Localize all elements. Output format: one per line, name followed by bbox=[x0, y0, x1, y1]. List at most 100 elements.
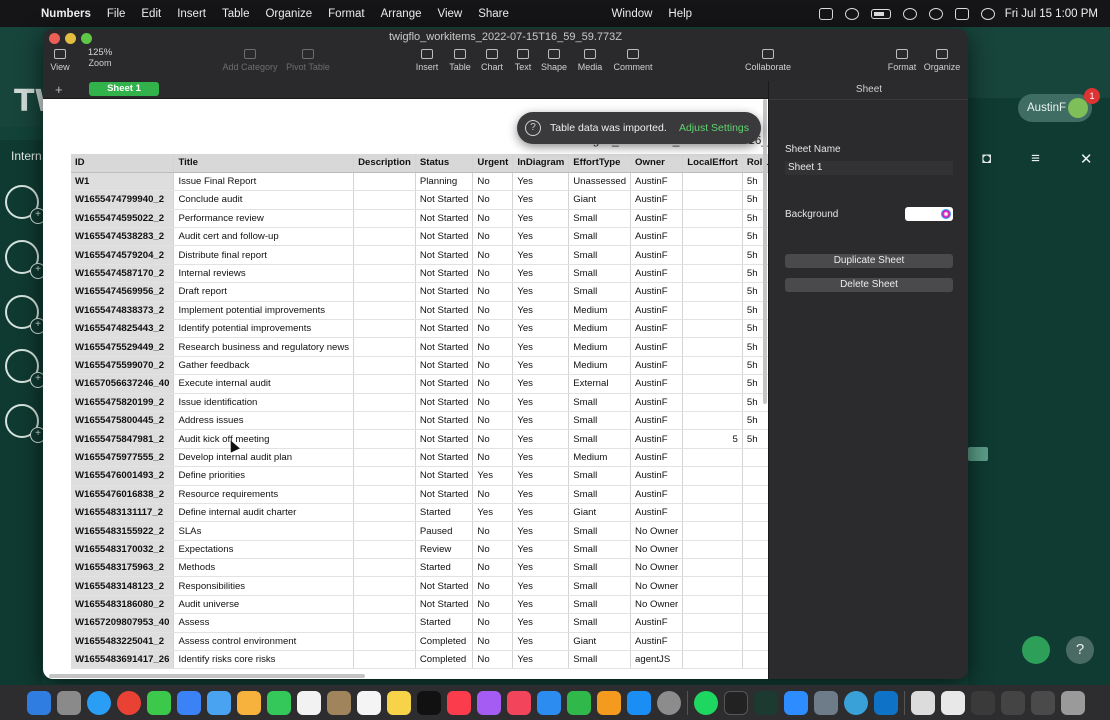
menu-format[interactable]: Format bbox=[328, 8, 364, 20]
proxyman-icon[interactable] bbox=[844, 690, 868, 715]
adjust-settings-button[interactable]: Adjust Settings bbox=[679, 122, 749, 134]
table-cell[interactable]: No bbox=[472, 172, 514, 192]
table-cell[interactable] bbox=[682, 595, 743, 615]
search-icon[interactable] bbox=[928, 7, 943, 20]
table-cell[interactable]: Not Started bbox=[415, 190, 474, 210]
launchpad-icon[interactable] bbox=[57, 690, 81, 715]
table-cell[interactable] bbox=[353, 485, 416, 504]
table-cell[interactable]: Not Started bbox=[415, 337, 474, 357]
table-row[interactable]: W1655483170032_2 Expectations Review No Yes S… bbox=[71, 540, 768, 560]
table-cell[interactable]: W1655474838373_2 bbox=[71, 301, 175, 321]
menu-arrange[interactable]: Arrange bbox=[381, 8, 422, 20]
table-cell[interactable] bbox=[682, 558, 743, 578]
table-row[interactable]: W1655475529449_2 Research business and re… bbox=[71, 337, 768, 357]
table-cell[interactable] bbox=[682, 485, 743, 504]
table-row[interactable]: W1655483186080_2 Audit universe Not Starte… bbox=[71, 595, 768, 615]
table-cell[interactable]: No bbox=[472, 190, 514, 210]
table-cell[interactable]: Not Started bbox=[415, 595, 474, 615]
table-cell[interactable]: Small bbox=[568, 209, 632, 229]
table-cell[interactable]: Yes bbox=[512, 374, 570, 394]
table-cell[interactable]: Not Started bbox=[415, 209, 474, 229]
table-row[interactable]: W1655474838373_2 Implement potential impr… bbox=[71, 301, 768, 321]
table-cell[interactable]: Not Started bbox=[415, 264, 474, 284]
contacts-icon[interactable] bbox=[327, 690, 351, 715]
table-cell[interactable] bbox=[353, 632, 416, 652]
table-cell[interactable]: Medium bbox=[568, 448, 632, 468]
table-cell[interactable] bbox=[353, 650, 416, 670]
table-row[interactable]: W1655475977555_2 Develop internal audit p… bbox=[71, 448, 768, 468]
table-cell[interactable]: Identify risks core risks bbox=[173, 650, 355, 670]
zoom-button[interactable]: 125% Zoom bbox=[76, 47, 124, 68]
column-header[interactable]: Owner bbox=[630, 154, 684, 173]
table-cell[interactable] bbox=[682, 503, 743, 523]
table-cell[interactable]: Yes bbox=[512, 576, 570, 596]
table-cell[interactable]: Giant bbox=[568, 503, 632, 523]
table-cell[interactable] bbox=[742, 613, 768, 633]
table-cell[interactable] bbox=[353, 595, 416, 615]
table-cell[interactable] bbox=[353, 209, 416, 229]
table-cell[interactable] bbox=[682, 264, 743, 284]
table-cell[interactable]: Giant bbox=[568, 632, 632, 652]
table-cell[interactable] bbox=[353, 521, 416, 541]
table-row[interactable]: W1655474579204_2 Distribute final report N… bbox=[71, 245, 768, 265]
table-cell[interactable]: Started bbox=[415, 613, 474, 633]
table-cell[interactable] bbox=[682, 632, 743, 652]
table-cell[interactable] bbox=[682, 393, 743, 412]
activity-monitor-icon[interactable] bbox=[754, 690, 778, 715]
table-cell[interactable]: Yes bbox=[512, 595, 570, 615]
table-cell[interactable]: AustinF bbox=[630, 613, 684, 633]
news-icon[interactable] bbox=[507, 690, 531, 715]
table-cell[interactable]: No bbox=[472, 540, 514, 560]
table-cell[interactable] bbox=[742, 485, 768, 504]
table-cell[interactable]: Issue Final Report bbox=[173, 172, 355, 192]
table-cell[interactable]: W1 bbox=[71, 172, 175, 192]
table-cell[interactable]: W1655476001493_2 bbox=[71, 466, 175, 486]
table-row[interactable]: W1657209807953_40 Assess Started No Yes Small… bbox=[71, 613, 768, 633]
help-icon[interactable]: ? bbox=[1066, 636, 1094, 664]
table-cell[interactable]: Issue identification bbox=[173, 393, 355, 412]
table-cell[interactable] bbox=[682, 301, 743, 321]
table-cell[interactable]: Medium bbox=[568, 301, 632, 321]
table-cell[interactable] bbox=[353, 503, 416, 523]
menu-window[interactable]: Window bbox=[612, 8, 653, 20]
table-cell[interactable]: Yes bbox=[512, 521, 570, 541]
table-cell[interactable]: W1655483691417_26 bbox=[71, 650, 175, 670]
table-cell[interactable] bbox=[742, 448, 768, 468]
table-cell[interactable]: Yes bbox=[512, 540, 570, 560]
table-cell[interactable]: No bbox=[472, 337, 514, 357]
table-cell[interactable]: No bbox=[472, 650, 514, 670]
table-cell[interactable]: No Owner bbox=[630, 576, 684, 596]
table-cell[interactable]: Yes bbox=[512, 485, 570, 504]
duplicate-sheet-button[interactable]: Duplicate Sheet bbox=[785, 254, 953, 268]
column-header[interactable]: EffortType bbox=[568, 154, 632, 173]
table-cell[interactable]: Small bbox=[568, 245, 632, 265]
table-cell[interactable]: Medium bbox=[568, 337, 632, 357]
photos-icon[interactable] bbox=[237, 690, 261, 715]
table-cell[interactable]: AustinF bbox=[630, 227, 684, 247]
table-cell[interactable]: Define internal audit charter bbox=[173, 503, 355, 523]
pages-icon[interactable] bbox=[597, 690, 621, 715]
table-row[interactable]: W1655474538283_2 Audit cert and follow-up… bbox=[71, 227, 768, 247]
table-cell[interactable]: No bbox=[472, 282, 514, 302]
table-cell[interactable]: Yes bbox=[512, 227, 570, 247]
table-cell[interactable]: No bbox=[472, 558, 514, 578]
column-header[interactable]: Urgent bbox=[472, 154, 514, 173]
maps-icon[interactable] bbox=[207, 690, 231, 715]
table-row[interactable]: W1655476016838_2 Resource requirements Not… bbox=[71, 485, 768, 504]
facetime-icon[interactable] bbox=[267, 690, 291, 715]
vertical-scrollbar[interactable] bbox=[763, 99, 767, 404]
table-cell[interactable] bbox=[682, 172, 743, 192]
table-cell[interactable]: Yes bbox=[512, 503, 570, 523]
table-cell[interactable]: W1655483225041_2 bbox=[71, 632, 175, 652]
table-cell[interactable]: W1655483131117_2 bbox=[71, 503, 175, 523]
table-cell[interactable]: Not Started bbox=[415, 319, 474, 339]
menu-insert[interactable]: Insert bbox=[177, 8, 206, 20]
table-cell[interactable] bbox=[682, 209, 743, 229]
table-cell[interactable]: AustinF bbox=[630, 356, 684, 376]
table-cell[interactable]: No bbox=[472, 209, 514, 229]
table-cell[interactable]: No bbox=[472, 319, 514, 339]
table-cell[interactable] bbox=[353, 540, 416, 560]
trash-icon[interactable] bbox=[1061, 690, 1085, 715]
table-cell[interactable]: AustinF bbox=[630, 429, 684, 449]
table-cell[interactable]: Paused bbox=[415, 521, 474, 541]
